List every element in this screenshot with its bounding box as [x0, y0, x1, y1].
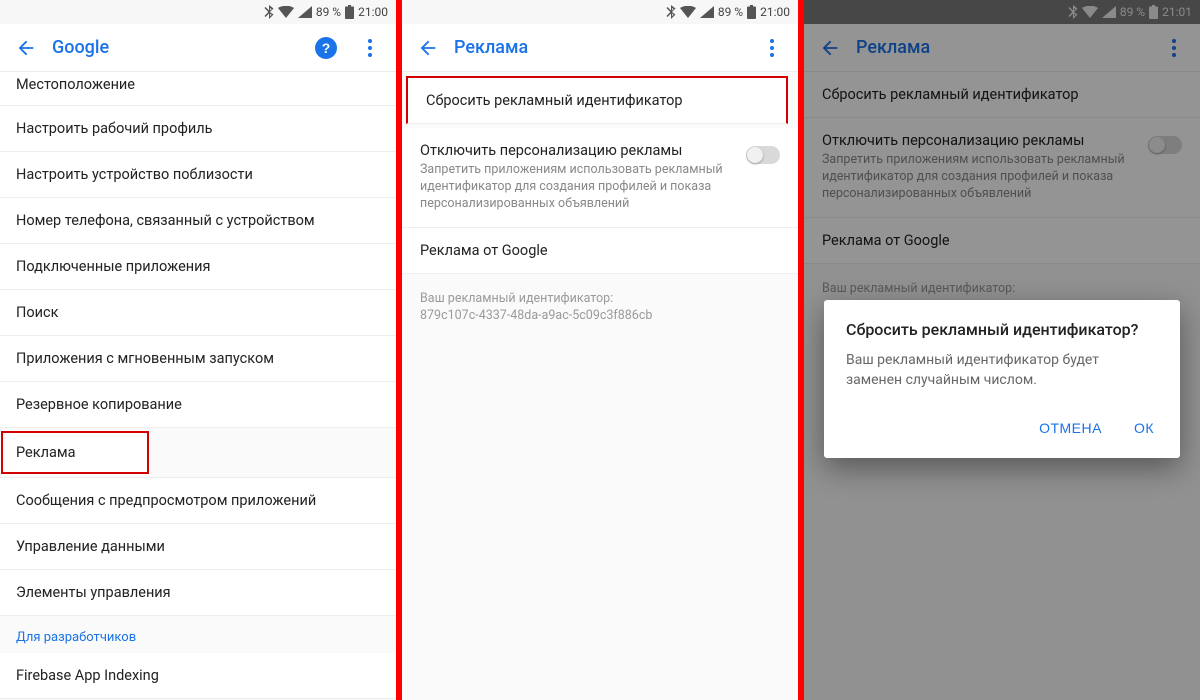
screen-google-settings: 89 % 21:00 Google ? Местоположение Настр…	[0, 0, 396, 700]
screen-ads-reset-dialog: 89 % 21:01 Реклама Сбросить рекламный ид…	[804, 0, 1200, 700]
ok-button[interactable]: ОК	[1130, 414, 1158, 442]
list-item-ads[interactable]: Реклама	[0, 430, 150, 475]
wifi-icon	[680, 6, 696, 18]
arrow-left-icon	[417, 37, 439, 59]
more-vert-icon	[368, 37, 372, 58]
reset-ad-id-item[interactable]: Сбросить рекламный идентификатор	[406, 76, 788, 124]
reset-ad-id-dialog: Сбросить рекламный идентификатор? Ваш ре…	[824, 300, 1180, 458]
app-bar: Google ?	[0, 24, 396, 72]
overflow-menu-button[interactable]	[754, 30, 790, 66]
wifi-icon	[278, 6, 294, 18]
more-vert-icon	[770, 37, 774, 58]
back-button[interactable]	[8, 30, 44, 66]
signal-icon	[700, 6, 714, 18]
list-item[interactable]: Поиск	[0, 290, 396, 336]
overflow-menu-button[interactable]	[352, 30, 388, 66]
clock-text: 21:00	[358, 5, 388, 19]
page-title: Google	[52, 37, 300, 58]
battery-icon	[747, 5, 756, 19]
pref-title: Отключить персонализацию рекламы	[420, 142, 736, 159]
question-icon: ?	[315, 37, 337, 59]
list-item[interactable]: Элементы управления	[0, 570, 396, 616]
help-button[interactable]: ?	[308, 30, 344, 66]
dialog-title: Сбросить рекламный идентификатор?	[846, 320, 1158, 339]
arrow-left-icon	[15, 37, 37, 59]
screen-ads-settings: 89 % 21:00 Реклама Сбросить рекламный ид…	[402, 0, 798, 700]
list-item[interactable]: Настроить рабочий профиль	[0, 106, 396, 152]
pref-subtitle: Запретить приложениям использовать рекла…	[420, 162, 736, 213]
footer-label: Ваш рекламный идентификатор:	[420, 290, 780, 308]
back-button[interactable]	[410, 30, 446, 66]
battery-text: 89 %	[718, 5, 743, 19]
list-item[interactable]: Номер телефона, связанный с устройством	[0, 198, 396, 244]
page-title: Реклама	[454, 37, 746, 58]
ads-prefs-list[interactable]: Сбросить рекламный идентификатор Отключи…	[402, 72, 798, 700]
list-item[interactable]: Сообщения с предпросмотром приложений	[0, 477, 396, 524]
bluetooth-icon	[264, 5, 274, 19]
dialog-actions: ОТМЕНА ОК	[846, 408, 1158, 448]
section-header-developers: Для разработчиков	[0, 616, 396, 653]
list-item[interactable]: Настроить устройство поблизости	[0, 152, 396, 198]
opt-out-personalization-item[interactable]: Отключить персонализацию рекламы Запрети…	[402, 128, 798, 228]
status-bar: 89 % 21:00	[0, 0, 396, 24]
list-item[interactable]: Firebase App Indexing	[0, 653, 396, 699]
list-item[interactable]: Местоположение	[0, 72, 396, 106]
app-bar: Реклама	[402, 24, 798, 72]
pref-title: Реклама от Google	[420, 242, 780, 259]
status-bar: 89 % 21:00	[402, 0, 798, 24]
cancel-button[interactable]: ОТМЕНА	[1035, 414, 1106, 442]
battery-icon	[345, 5, 354, 19]
list-item[interactable]: Резервное копирование	[0, 382, 396, 428]
pref-title: Сбросить рекламный идентификатор	[426, 92, 768, 109]
toggle-switch[interactable]	[746, 146, 780, 164]
dialog-message: Ваш рекламный идентификатор будет замене…	[846, 351, 1158, 390]
ads-by-google-item[interactable]: Реклама от Google	[402, 228, 798, 274]
settings-list[interactable]: Местоположение Настроить рабочий профиль…	[0, 72, 396, 700]
clock-text: 21:00	[760, 5, 790, 19]
list-item[interactable]: Управление данными	[0, 524, 396, 570]
signal-icon	[298, 6, 312, 18]
list-item[interactable]: Подключенные приложения	[0, 244, 396, 290]
footer-id-value: 879c107c-4337-48da-a9ac-5c09c3f886cb	[420, 307, 780, 325]
bluetooth-icon	[666, 5, 676, 19]
list-item[interactable]: Приложения с мгновенным запуском	[0, 336, 396, 382]
ad-id-footer: Ваш рекламный идентификатор: 879c107c-43…	[402, 274, 798, 341]
battery-text: 89 %	[316, 5, 341, 19]
